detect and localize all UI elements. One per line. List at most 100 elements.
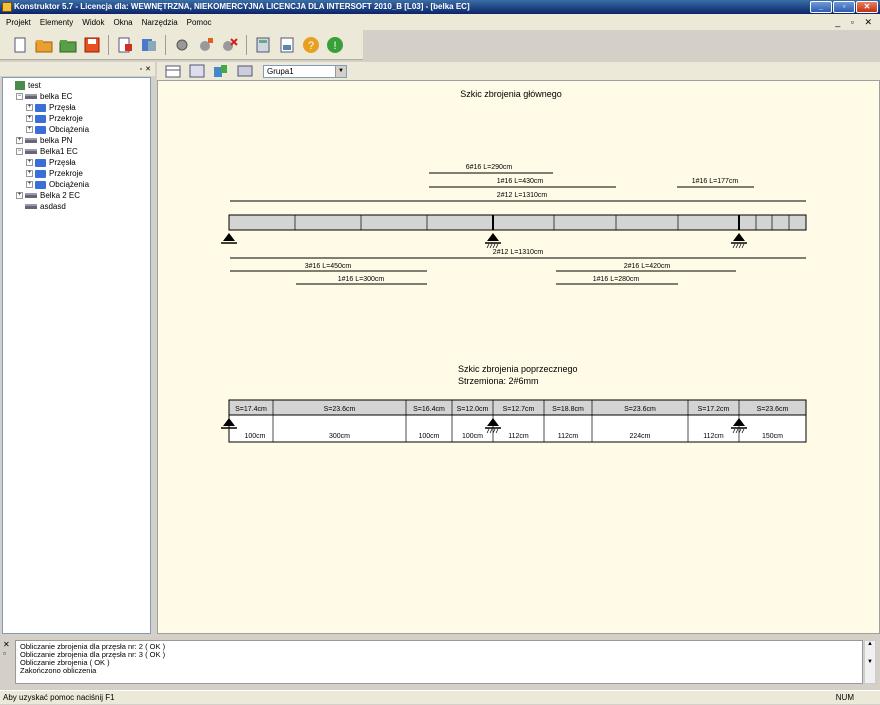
menu-narzedzia[interactable]: Narzędzia [142, 18, 178, 27]
status-bar: Aby uzyskać pomoc naciśnij F1 NUM [0, 690, 880, 704]
tree-node[interactable]: + Przekroje [26, 168, 83, 179]
beam [228, 214, 807, 231]
maximize-button[interactable]: ▫ [833, 1, 855, 13]
log-scrollbar[interactable]: ▲ ▼ [864, 640, 876, 684]
view-toolbar: Grupa1 ▼ [157, 62, 880, 80]
stirrups-label: Strzemiona: 2#6mm [458, 376, 539, 386]
roller-support-icon [731, 233, 747, 249]
new-document-icon[interactable] [10, 35, 30, 55]
delete-element-icon[interactable] [220, 35, 240, 55]
tree-node-label: Przekroje [49, 169, 83, 178]
tree-node[interactable]: test [6, 80, 41, 91]
folder-icon [35, 180, 46, 189]
expand-toggle-icon[interactable]: + [26, 126, 33, 133]
folder-icon [35, 125, 46, 134]
open-folder-icon[interactable] [34, 35, 54, 55]
folder-icon [35, 169, 46, 178]
layer-icon[interactable] [235, 61, 255, 81]
folder-icon[interactable] [58, 35, 78, 55]
help-icon[interactable]: ? [301, 35, 321, 55]
tree-node[interactable]: + Belka 2 EC [16, 190, 80, 201]
table-view-icon[interactable] [163, 61, 183, 81]
roller-support-icon [485, 233, 501, 249]
tree-node-label: belka EC [40, 92, 73, 101]
segment-length: 300cm [329, 433, 350, 440]
expand-toggle-icon[interactable]: + [26, 159, 33, 166]
segment-length: 150cm [762, 433, 783, 440]
tree-node[interactable]: + belka PN [16, 135, 72, 146]
bottom-bar-label: 1#16 L=300cm [338, 276, 385, 283]
num-lock-indicator: NUM [835, 693, 854, 702]
top-bar-label: 2#12 L=1310cm [497, 192, 548, 199]
report-icon[interactable] [277, 35, 297, 55]
segment-length: 112cm [508, 433, 529, 440]
bottom-bar-label: 2#12 L=1310cm [493, 249, 544, 256]
panel-controls[interactable]: ✕ ▫ [3, 640, 10, 658]
info-icon[interactable]: ! [325, 35, 345, 55]
save-icon[interactable] [82, 35, 102, 55]
expand-toggle-icon[interactable]: + [26, 170, 33, 177]
tree-node-label: Belka1 EC [40, 147, 78, 156]
expand-toggle-icon[interactable]: − [16, 93, 23, 100]
log-line: Obliczanie zbrojenia ( OK ) [20, 658, 110, 667]
log-line: Obliczanie zbrojenia dla przęsła nr: 3 (… [20, 650, 166, 659]
tree-node[interactable]: + Obciążenia [26, 179, 89, 190]
status-help: Aby uzyskać pomoc naciśnij F1 [3, 693, 115, 702]
app-icon[interactable] [2, 2, 12, 12]
expand-toggle-icon[interactable]: − [16, 148, 23, 155]
minimize-button[interactable]: _ [810, 1, 832, 13]
beam-icon [25, 94, 37, 99]
zoom-icon[interactable] [211, 61, 231, 81]
chevron-down-icon[interactable]: ▼ [335, 65, 346, 77]
tree-node[interactable]: + Przekroje [26, 113, 83, 124]
menu-elementy[interactable]: Elementy [40, 18, 73, 27]
pinned-support-icon [221, 233, 237, 244]
settings-icon[interactable] [172, 35, 192, 55]
main-reinforcement-title: Szkic zbrojenia głównego [460, 89, 562, 99]
stirrup-spacing: S=12.0cm [457, 406, 489, 413]
chart-view-icon[interactable] [187, 61, 207, 81]
menu-bar: Projekt Elementy Widok Okna Narzędzia Po… [0, 14, 880, 30]
mdi-controls[interactable]: _ ▫ ✕ [835, 17, 876, 28]
expand-toggle-icon[interactable]: + [16, 192, 23, 199]
segment-length: 112cm [703, 433, 724, 440]
group-select[interactable]: Grupa1 ▼ [263, 64, 347, 78]
bottom-bar-label: 3#16 L=450cm [305, 263, 352, 270]
tree-node[interactable]: − Belka1 EC [16, 146, 78, 157]
menu-widok[interactable]: Widok [82, 18, 104, 27]
top-bar-label: 1#16 L=430cm [497, 178, 544, 185]
panel-close-icon[interactable]: ✕ [145, 65, 151, 73]
expand-toggle-icon[interactable]: + [16, 137, 23, 144]
folder-icon [35, 103, 46, 112]
tree-node[interactable]: + Przęsła [26, 102, 76, 113]
stirrup-spacing: S=23.6cm [324, 406, 356, 413]
expand-toggle-icon[interactable]: + [26, 181, 33, 188]
tree-node[interactable]: + Przęsła [26, 157, 76, 168]
add-element-icon[interactable] [196, 35, 216, 55]
beam-icon [25, 138, 37, 143]
tree-node-label: test [28, 81, 41, 90]
segment-length: 112cm [558, 433, 579, 440]
expand-toggle-icon[interactable]: + [26, 104, 33, 111]
stirrup-spacing: S=17.2cm [698, 406, 730, 413]
beam-icon [25, 149, 37, 154]
expand-toggle-icon[interactable]: + [26, 115, 33, 122]
close-button[interactable]: ✕ [856, 1, 878, 13]
tree-node[interactable]: asdasd [16, 201, 66, 212]
menu-projekt[interactable]: Projekt [6, 18, 31, 27]
pin-icon[interactable]: ▫ [140, 66, 142, 73]
beam-icon [25, 193, 37, 198]
export-icon[interactable] [115, 35, 135, 55]
output-panel: ✕ ▫ Obliczanie zbrojenia dla przęsła nr: … [0, 636, 880, 688]
print-preview-icon[interactable] [139, 35, 159, 55]
project-icon [15, 81, 25, 90]
calculator-icon[interactable] [253, 35, 273, 55]
tree-node[interactable]: + Obciążenia [26, 124, 89, 135]
project-tree: test − belka EC + Przęsła + Przekroje + Obciążen… [2, 77, 151, 634]
menu-okna[interactable]: Okna [114, 18, 133, 27]
stirrup-spacing: S=12.7cm [503, 406, 535, 413]
top-bar-label: 6#16 L=290cm [466, 164, 513, 171]
menu-pomoc[interactable]: Pomoc [187, 18, 212, 27]
tree-node-label: Przekroje [49, 114, 83, 123]
tree-node[interactable]: − belka EC [16, 91, 72, 102]
